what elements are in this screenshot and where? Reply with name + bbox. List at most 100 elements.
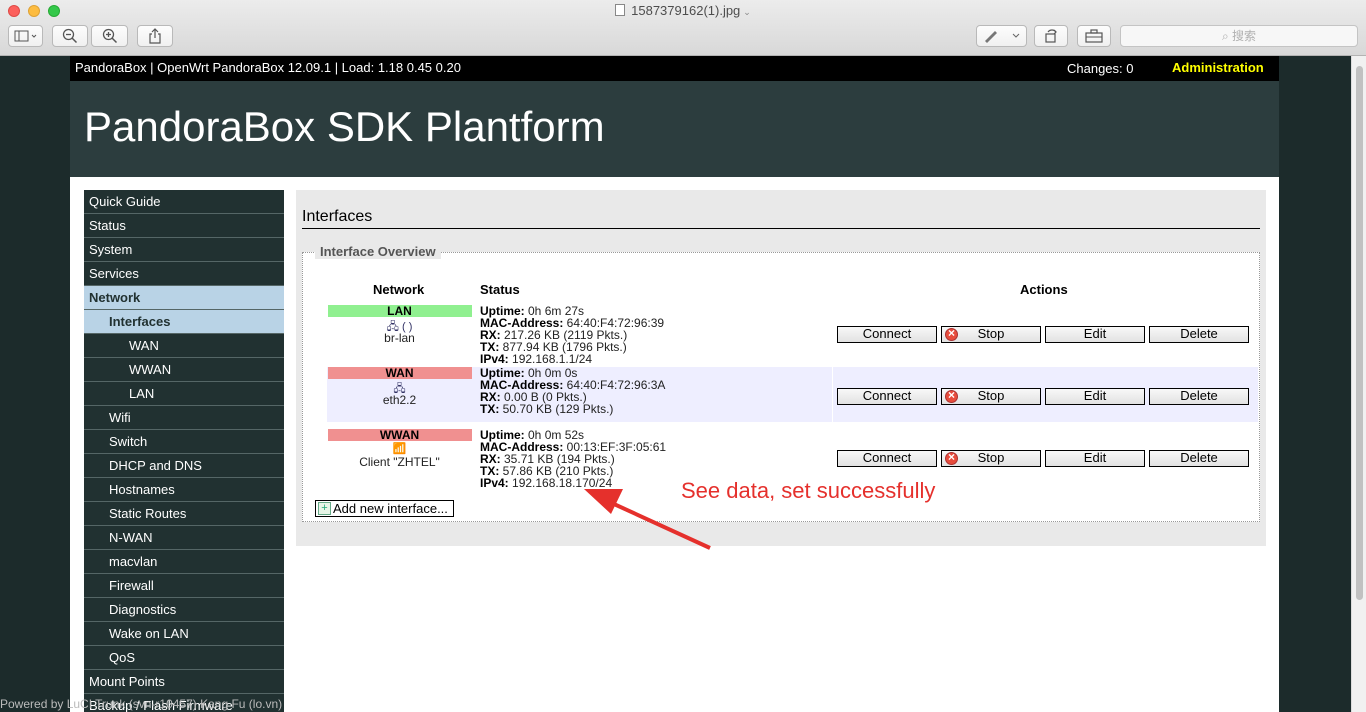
ipv4-value: 192.168.18.170/24 xyxy=(508,476,613,490)
menu-item-macvlan[interactable]: macvlan xyxy=(84,550,284,574)
menu-item-wake-on-lan[interactable]: Wake on LAN xyxy=(84,622,284,646)
add-interface-label: Add new interface... xyxy=(333,501,448,516)
menu-item-lan[interactable]: LAN xyxy=(84,382,284,406)
sidebar-toggle-button[interactable] xyxy=(8,25,43,47)
menu-item-network[interactable]: Network xyxy=(84,286,284,310)
interface-name-badge: WAN xyxy=(327,367,472,379)
menu-item-dhcp-dns[interactable]: DHCP and DNS xyxy=(84,454,284,478)
scrollbar-thumb[interactable] xyxy=(1356,66,1363,600)
menu-item-quick-guide[interactable]: Quick Guide xyxy=(84,190,284,214)
connect-button[interactable]: Connect xyxy=(837,388,937,405)
menu-item-wan[interactable]: WAN xyxy=(84,334,284,358)
share-icon xyxy=(149,28,161,44)
document-icon xyxy=(615,4,626,16)
menu-item-services[interactable]: Services xyxy=(84,262,284,286)
interface-row-lan: LAN 🖧 ( ) br-lan Uptime: 0h 6m 27s MAC-A… xyxy=(327,305,1258,365)
interface-icons: 🖧 xyxy=(327,380,472,395)
device-name: eth2.2 xyxy=(382,393,417,407)
status-cell: Uptime: 0h 0m 52s MAC-Address: 00:13:EF:… xyxy=(480,429,666,489)
toolbox-button[interactable] xyxy=(1077,25,1111,47)
main-menu: Quick Guide Status System Services Netwo… xyxy=(84,190,284,712)
column-network: Network xyxy=(373,282,425,297)
pen-icon xyxy=(984,31,1019,43)
window-title-text: 1587379162(1).jpg xyxy=(631,3,741,18)
interface-name-badge: WWAN xyxy=(327,429,472,441)
page-footer: Powered by LuCI Trunk (svn-r10457) Kang … xyxy=(0,697,283,711)
actions-cell: Connect Stop Edit Delete xyxy=(832,429,1258,484)
rotate-button[interactable] xyxy=(1034,25,1068,47)
chevron-down-icon[interactable]: ⌄ xyxy=(743,7,751,17)
interface-name-badge: LAN xyxy=(327,305,472,317)
menu-item-interfaces[interactable]: Interfaces xyxy=(84,310,284,334)
add-icon: + xyxy=(318,502,331,515)
administration-link[interactable]: Administration xyxy=(1172,60,1264,75)
delete-button[interactable]: Delete xyxy=(1149,450,1249,467)
network-cell: LAN 🖧 ( ) br-lan xyxy=(327,305,472,345)
edit-button[interactable]: Edit xyxy=(1045,388,1145,405)
menu-item-status[interactable]: Status xyxy=(84,214,284,238)
actions-cell: Connect Stop Edit Delete xyxy=(832,305,1258,360)
window-titlebar: 1587379162(1).jpg ⌄ ⌕ 搜索 xyxy=(0,0,1366,56)
share-button[interactable] xyxy=(137,25,173,47)
edit-button[interactable]: Edit xyxy=(1045,450,1145,467)
zoom-out-icon xyxy=(62,28,78,44)
menu-item-n-wan[interactable]: N-WAN xyxy=(84,526,284,550)
search-placeholder: 搜索 xyxy=(1232,29,1257,43)
menu-item-system[interactable]: System xyxy=(84,238,284,262)
device-name: Client "ZHTEL" xyxy=(359,455,440,469)
menu-item-qos[interactable]: QoS xyxy=(84,646,284,670)
interface-icons: 📶 xyxy=(327,442,472,456)
router-topbar: PandoraBox | OpenWrt PandoraBox 12.09.1 … xyxy=(70,56,1279,81)
markup-button[interactable] xyxy=(976,25,1027,47)
page-heading: Interfaces xyxy=(302,208,1260,229)
connect-button[interactable]: Connect xyxy=(837,450,937,467)
stop-button[interactable]: Stop xyxy=(941,450,1041,467)
sidebar-icon xyxy=(14,30,36,42)
stop-button[interactable]: Stop xyxy=(941,388,1041,405)
menu-item-wwan[interactable]: WWAN xyxy=(84,358,284,382)
delete-button[interactable]: Delete xyxy=(1149,326,1249,343)
stop-icon xyxy=(945,326,958,341)
fieldset-legend: Interface Overview xyxy=(315,244,441,259)
tx-label: TX: xyxy=(480,402,500,416)
rotate-icon xyxy=(1045,29,1057,43)
menu-item-diagnostics[interactable]: Diagnostics xyxy=(84,598,284,622)
ipv4-label: IPv4: xyxy=(480,352,509,366)
delete-button[interactable]: Delete xyxy=(1149,388,1249,405)
stop-label: Stop xyxy=(977,326,1005,341)
menu-item-static-routes[interactable]: Static Routes xyxy=(84,502,284,526)
zoom-in-button[interactable] xyxy=(91,25,128,47)
interface-row-wan: WAN 🖧 eth2.2 Uptime: 0h 0m 0s MAC-Addres… xyxy=(327,367,1258,422)
changes-link[interactable]: Changes: 0 xyxy=(1067,61,1134,76)
add-interface-button[interactable]: + Add new interface... xyxy=(315,500,454,517)
zoom-in-icon xyxy=(102,28,117,44)
image-viewport[interactable]: PandoraBox | OpenWrt PandoraBox 12.09.1 … xyxy=(0,56,1366,712)
menu-item-switch[interactable]: Switch xyxy=(84,430,284,454)
stop-icon xyxy=(945,388,958,403)
ipv4-label: IPv4: xyxy=(480,476,509,490)
wireless-icon: 📶 xyxy=(392,443,407,455)
network-cell: WAN 🖧 eth2.2 xyxy=(327,367,472,407)
vertical-scrollbar[interactable] xyxy=(1351,56,1366,712)
menu-item-hostnames[interactable]: Hostnames xyxy=(84,478,284,502)
ipv4-value: 192.168.1.1/24 xyxy=(508,352,593,366)
annotation-text: See data, set successfully xyxy=(681,478,936,503)
interface-row-wwan: WWAN 📶 Client "ZHTEL" Uptime: 0h 0m 52s … xyxy=(327,429,1258,489)
column-actions: Actions xyxy=(1020,282,1068,297)
menu-item-mount-points[interactable]: Mount Points xyxy=(84,670,284,694)
search-input[interactable]: ⌕ 搜索 xyxy=(1120,25,1358,47)
edit-button[interactable]: Edit xyxy=(1045,326,1145,343)
network-cell: WWAN 📶 Client "ZHTEL" xyxy=(327,429,472,469)
menu-item-firewall[interactable]: Firewall xyxy=(84,574,284,598)
zoom-out-button[interactable] xyxy=(52,25,88,47)
stop-label: Stop xyxy=(977,450,1005,465)
router-header: PandoraBox SDK Plantform xyxy=(70,81,1279,177)
device-name: br-lan xyxy=(384,331,415,345)
stop-button[interactable]: Stop xyxy=(941,326,1041,343)
window-title: 1587379162(1).jpg ⌄ xyxy=(0,3,1366,18)
menu-item-wifi[interactable]: Wifi xyxy=(84,406,284,430)
router-title: PandoraBox SDK Plantform xyxy=(84,103,605,150)
actions-cell: Connect Stop Edit Delete xyxy=(832,367,1258,422)
status-cell: Uptime: 0h 0m 0s MAC-Address: 64:40:F4:7… xyxy=(480,367,665,415)
connect-button[interactable]: Connect xyxy=(837,326,937,343)
